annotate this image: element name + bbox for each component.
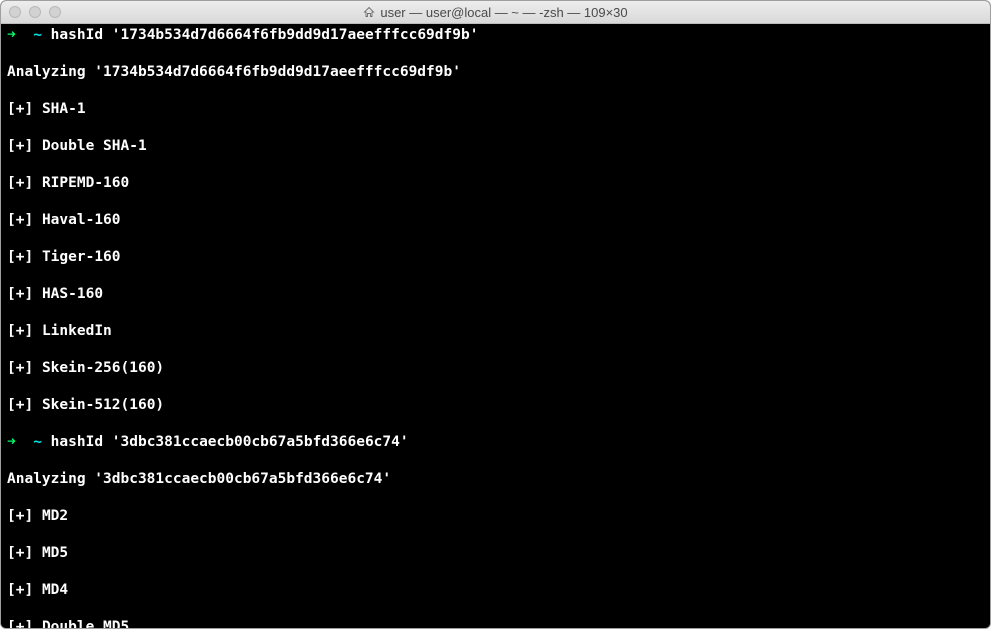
window-title-text: user — user@local — ~ — -zsh — 109×30 (380, 5, 627, 20)
result-text: HAS-160 (42, 286, 103, 302)
result-line: [+] Skein-512(160) (7, 396, 986, 415)
close-icon[interactable] (9, 6, 21, 18)
result-line: [+] Double MD5 (7, 618, 986, 628)
result-line: [+] Haval-160 (7, 211, 986, 230)
command-text: hashId '3dbc381ccaecb00cb67a5bfd366e6c74… (51, 434, 409, 450)
window-title: user — user@local — ~ — -zsh — 109×30 (1, 5, 990, 20)
result-text: MD5 (42, 545, 68, 561)
result-text: Double SHA-1 (42, 138, 147, 154)
result-prefix: [+] (7, 397, 33, 413)
result-line: [+] RIPEMD-160 (7, 174, 986, 193)
prompt-cwd: ~ (33, 434, 42, 450)
result-prefix: [+] (7, 175, 33, 191)
result-prefix: [+] (7, 360, 33, 376)
result-line: [+] MD5 (7, 544, 986, 563)
analyzing-line: Analyzing '3dbc381ccaecb00cb67a5bfd366e6… (7, 470, 986, 489)
traffic-lights (1, 6, 61, 18)
terminal-body[interactable]: ➜ ~ hashId '1734b534d7d6664f6fb9dd9d17ae… (1, 24, 990, 628)
prompt-cwd: ~ (33, 27, 42, 43)
result-text: RIPEMD-160 (42, 175, 129, 191)
zoom-icon[interactable] (49, 6, 61, 18)
result-text: Haval-160 (42, 212, 121, 228)
result-text: MD4 (42, 582, 68, 598)
result-text: Skein-256(160) (42, 360, 164, 376)
result-prefix: [+] (7, 619, 33, 628)
analyzing-line: Analyzing '1734b534d7d6664f6fb9dd9d17aee… (7, 63, 986, 82)
prompt-arrow-icon: ➜ (7, 434, 16, 450)
result-prefix: [+] (7, 323, 33, 339)
result-text: Skein-512(160) (42, 397, 164, 413)
minimize-icon[interactable] (29, 6, 41, 18)
result-prefix: [+] (7, 101, 33, 117)
titlebar[interactable]: user — user@local — ~ — -zsh — 109×30 (1, 1, 990, 24)
prompt-arrow-icon: ➜ (7, 27, 16, 43)
analyzing-text: Analyzing '1734b534d7d6664f6fb9dd9d17aee… (7, 64, 461, 80)
prompt-line: ➜ ~ hashId '1734b534d7d6664f6fb9dd9d17ae… (7, 26, 986, 45)
command-text: hashId '1734b534d7d6664f6fb9dd9d17aeefff… (51, 27, 479, 43)
result-line: [+] Skein-256(160) (7, 359, 986, 378)
prompt-line: ➜ ~ hashId '3dbc381ccaecb00cb67a5bfd366e… (7, 433, 986, 452)
result-prefix: [+] (7, 545, 33, 561)
analyzing-text: Analyzing '3dbc381ccaecb00cb67a5bfd366e6… (7, 471, 391, 487)
result-prefix: [+] (7, 582, 33, 598)
result-prefix: [+] (7, 286, 33, 302)
terminal-window: user — user@local — ~ — -zsh — 109×30 ➜ … (0, 0, 991, 629)
result-prefix: [+] (7, 138, 33, 154)
result-line: [+] MD2 (7, 507, 986, 526)
result-text: SHA-1 (42, 101, 86, 117)
result-prefix: [+] (7, 508, 33, 524)
result-text: LinkedIn (42, 323, 112, 339)
result-line: [+] Tiger-160 (7, 248, 986, 267)
result-line: [+] Double SHA-1 (7, 137, 986, 156)
result-text: Double MD5 (42, 619, 129, 628)
result-line: [+] HAS-160 (7, 285, 986, 304)
result-line: [+] LinkedIn (7, 322, 986, 341)
result-line: [+] MD4 (7, 581, 986, 600)
result-prefix: [+] (7, 249, 33, 265)
result-prefix: [+] (7, 212, 33, 228)
result-line: [+] SHA-1 (7, 100, 986, 119)
result-text: Tiger-160 (42, 249, 121, 265)
home-icon (363, 6, 375, 18)
result-text: MD2 (42, 508, 68, 524)
